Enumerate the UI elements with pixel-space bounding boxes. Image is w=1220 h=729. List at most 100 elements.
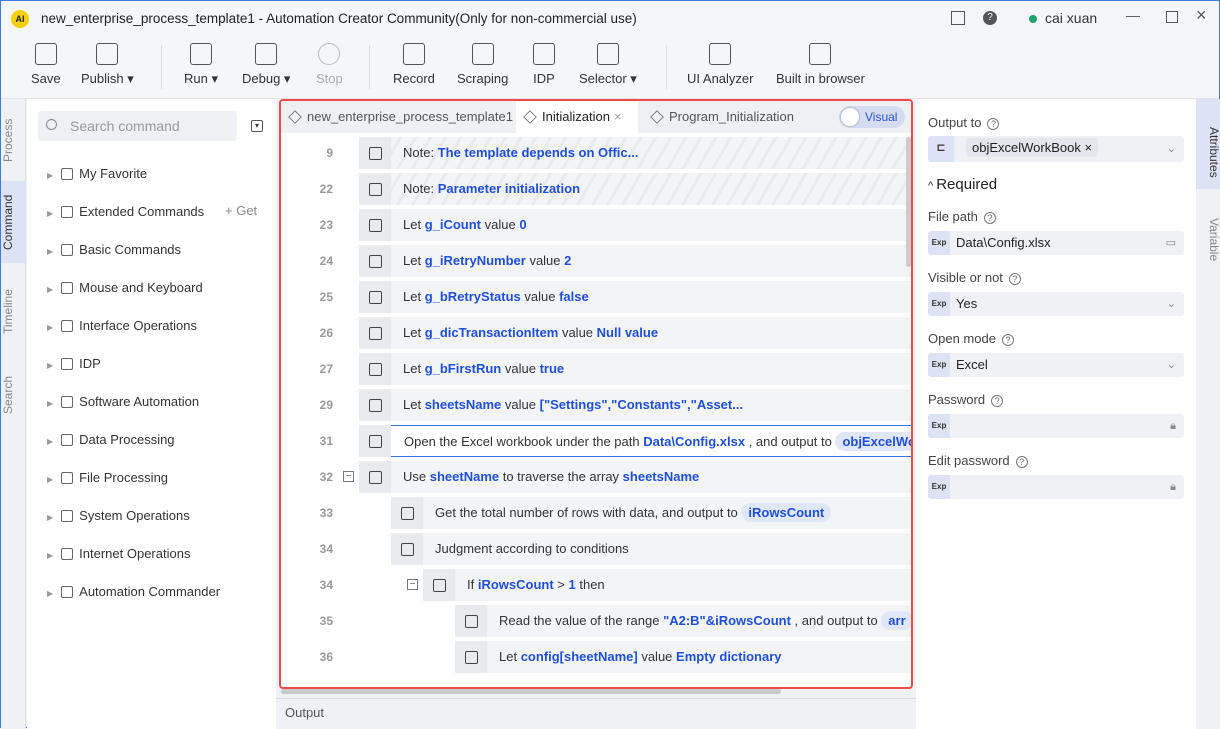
sidebar-category[interactable]: ▶ Internet Operations xyxy=(47,544,190,564)
toolbar-button-record[interactable]: Record xyxy=(393,43,435,86)
minimize-button[interactable]: — xyxy=(1126,7,1140,23)
flow-row[interactable]: 27 Let g_bFirstRun value true xyxy=(281,353,911,385)
flow-row[interactable]: 24 Let g_iRetryNumber value 2 xyxy=(281,245,911,277)
output-panel-header[interactable]: Output xyxy=(276,698,916,729)
help-icon[interactable]: ? xyxy=(991,395,1004,407)
row-text: Use xyxy=(403,469,430,484)
vertical-scrollbar[interactable] xyxy=(906,137,911,267)
edit-password-field[interactable]: Exp 🔒︎ xyxy=(928,475,1184,499)
flow-row[interactable]: 31 Open the Excel workbook under the path… xyxy=(281,425,911,457)
flow-row[interactable]: 35 Read the value of the range "A2:B"&iRo… xyxy=(281,605,911,637)
output-to-field[interactable]: ⊏ objExcelWorkBook × ⌄ xyxy=(928,136,1184,162)
chevron-down-icon[interactable]: ⌄ xyxy=(1167,136,1176,162)
note-icon xyxy=(359,173,391,205)
tab-initialization[interactable]: Initialization × xyxy=(516,101,638,133)
close-tab-icon[interactable]: × xyxy=(614,109,622,124)
chevron-down-icon[interactable]: ⌄ xyxy=(1167,353,1176,377)
category-label: Mouse and Keyboard xyxy=(79,280,203,295)
sidebar-category[interactable]: ▶ Automation Commander xyxy=(47,582,220,602)
category-icon xyxy=(61,358,74,370)
password-field[interactable]: Exp 🔒︎ xyxy=(928,414,1184,438)
variable-pill: arr xyxy=(881,611,911,630)
flow-row[interactable]: 25 Let g_bRetryStatus value false xyxy=(281,281,911,313)
toolbar-button-selector[interactable]: Selector ▾ xyxy=(579,43,637,87)
sidebar-category[interactable]: ▶ Extended Commands xyxy=(47,202,204,222)
flow-row[interactable]: 23 Let g_iCount value 0 xyxy=(281,209,911,241)
visual-toggle[interactable]: Visual xyxy=(839,106,905,128)
search-command-input[interactable]: Search command xyxy=(38,111,237,141)
help-icon[interactable]: ? xyxy=(1001,334,1014,346)
sidebar-category[interactable]: ▶ System Operations xyxy=(47,506,190,526)
toolbar-button-publish[interactable]: Publish ▾ xyxy=(81,43,134,87)
open-mode-field[interactable]: Exp Excel ⌄ xyxy=(928,353,1184,377)
flow-row[interactable]: 32− Use sheetName to traverse the array s… xyxy=(281,461,911,493)
user-name[interactable]: cai xuan xyxy=(1045,10,1097,26)
collapse-toggle[interactable]: − xyxy=(343,471,354,482)
close-button[interactable]: × xyxy=(1196,5,1207,26)
sidebar-category[interactable]: ▶ Mouse and Keyboard xyxy=(47,278,203,298)
remove-tag-icon[interactable]: × xyxy=(1085,140,1093,155)
tab-attributes[interactable]: Attributes xyxy=(1196,99,1220,189)
parameter-value: Null value xyxy=(596,325,659,340)
scrollbar-thumb[interactable] xyxy=(281,689,781,694)
toolbar-button-scraping[interactable]: Scraping xyxy=(457,43,508,86)
sidebar-category[interactable]: ▶ Interface Operations xyxy=(47,316,197,336)
tab-process[interactable]: Process xyxy=(1,99,26,181)
flow-row[interactable]: 29 Let sheetsName value ["Settings","Cons… xyxy=(281,389,911,421)
flow-row[interactable]: 36 Let config[sheetName] value Empty dict… xyxy=(281,641,911,673)
help-icon[interactable]: ? xyxy=(983,212,996,224)
flow-row[interactable]: 26 Let g_dicTransactionItem value Null va… xyxy=(281,317,911,349)
apps-icon[interactable] xyxy=(951,11,965,25)
collapse-toggle[interactable]: − xyxy=(407,579,418,590)
help-icon[interactable]: ? xyxy=(983,11,997,25)
flow-row[interactable]: 34 − If iRowsCount > 1 then xyxy=(281,569,911,601)
tab-variable[interactable]: Variable xyxy=(1196,189,1220,269)
row-text: then xyxy=(575,577,605,592)
toolbar-button-save[interactable]: Save xyxy=(31,43,61,86)
sidebar-category[interactable]: ▶ Data Processing xyxy=(47,430,175,450)
visible-or-not-field[interactable]: Exp Yes ⌄ xyxy=(928,292,1184,316)
expression-icon: Exp xyxy=(928,414,950,438)
help-icon[interactable]: ? xyxy=(1015,456,1028,468)
get-extended-commands-button[interactable]: + Get xyxy=(225,203,257,218)
tab-search[interactable]: Search xyxy=(1,354,26,436)
flow-row[interactable]: 22 Note: Parameter initialization xyxy=(281,173,911,205)
line-number: 25 xyxy=(319,290,333,304)
help-icon[interactable]: ? xyxy=(1008,273,1021,285)
folder-icon[interactable]: ▭ xyxy=(1166,231,1176,255)
toolbar-button-built-in-browser[interactable]: Built in browser xyxy=(776,43,865,86)
flow-row[interactable]: 34 Judgment according to conditions xyxy=(281,533,911,565)
tab-program-initialization[interactable]: Program_Initialization xyxy=(643,101,813,133)
help-icon[interactable]: ? xyxy=(987,118,1000,130)
required-section-toggle[interactable]: ^ Required xyxy=(928,176,997,193)
tab-main-process[interactable]: new_enterprise_process_template1 xyxy=(281,101,516,133)
sidebar-category[interactable]: ▶ My Favorite xyxy=(47,164,147,184)
command-icon xyxy=(359,389,391,421)
tab-command[interactable]: Command xyxy=(1,181,26,263)
toolbar-button-stop: Stop xyxy=(316,43,343,86)
tab-timeline[interactable]: Timeline xyxy=(1,271,26,353)
sidebar-category[interactable]: ▶ File Processing xyxy=(47,468,168,488)
sidebar-category[interactable]: ▶ Software Automation xyxy=(47,392,199,412)
lock-icon[interactable]: 🔒︎ xyxy=(1170,475,1176,499)
expand-arrow-icon: ▶ xyxy=(47,285,54,294)
paper-plane-icon xyxy=(96,43,119,65)
toolbar-button-run[interactable]: Run ▾ xyxy=(184,43,218,87)
row-text: Get the total number of rows with data, … xyxy=(435,505,742,520)
flow-row[interactable]: 33 Get the total number of rows with data… xyxy=(281,497,911,529)
maximize-button[interactable] xyxy=(1166,11,1178,23)
flow-icon xyxy=(288,110,302,124)
file-path-field[interactable]: Exp Data\Config.xlsx ▭ xyxy=(928,231,1184,255)
expression-icon: Exp xyxy=(928,475,950,499)
command-icon xyxy=(359,461,391,493)
sidebar-category[interactable]: ▶ Basic Commands xyxy=(47,240,181,260)
lock-icon[interactable]: 🔒︎ xyxy=(1170,414,1176,438)
chevron-down-icon[interactable]: ⌄ xyxy=(1167,292,1176,316)
horizontal-scrollbar[interactable] xyxy=(279,689,913,695)
flow-row[interactable]: 9 Note: The template depends on Offic... xyxy=(281,137,911,169)
toolbar-button-debug[interactable]: Debug ▾ xyxy=(242,43,290,87)
toolbar-button-idp[interactable]: IDP xyxy=(533,43,555,86)
sidebar-category[interactable]: ▶ IDP xyxy=(47,354,101,374)
toolbar-button-ui-analyzer[interactable]: UI Analyzer xyxy=(687,43,753,86)
filter-icon[interactable]: ▾ xyxy=(251,120,263,132)
